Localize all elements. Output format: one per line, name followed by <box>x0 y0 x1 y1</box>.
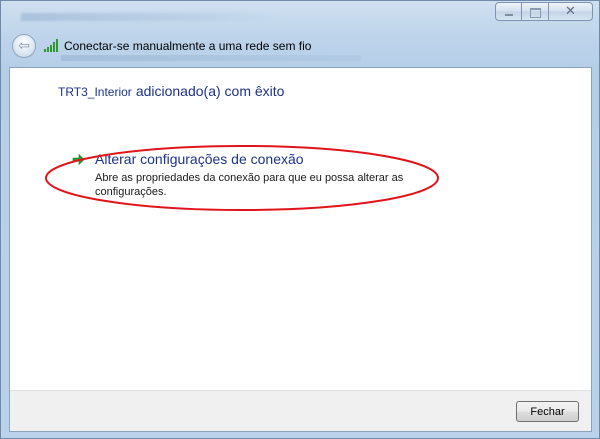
network-name: TRT3_Interior <box>58 85 132 99</box>
option-description: Abre as propriedades da conexão para que… <box>95 172 404 198</box>
maximize-icon[interactable] <box>522 2 549 21</box>
caption-buttons: ✕ <box>495 2 593 21</box>
glass-background-blur-2 <box>61 55 361 61</box>
close-icon[interactable]: ✕ <box>549 2 593 21</box>
dialog-footer: Fechar <box>10 390 591 431</box>
window-title: Conectar-se manualmente a uma rede sem f… <box>64 39 312 53</box>
minimize-icon[interactable] <box>495 2 522 21</box>
content-panel: TRT3_Interior adicionado(a) com êxito Alt… <box>9 67 592 432</box>
green-arrow-icon <box>72 153 85 166</box>
success-text: adicionado(a) com êxito <box>135 83 285 99</box>
wifi-signal-icon <box>44 39 58 52</box>
close-button[interactable]: Fechar <box>516 401 579 422</box>
back-arrow-icon[interactable]: ⇦ <box>12 34 36 58</box>
option-title[interactable]: Alterar configurações de conexão <box>95 151 304 167</box>
wizard-window: ✕ ⇦ Conectar-se manualmente a uma rede s… <box>0 0 600 439</box>
success-message: TRT3_Interior adicionado(a) com êxito <box>58 83 284 101</box>
glass-background-blur <box>21 13 281 21</box>
